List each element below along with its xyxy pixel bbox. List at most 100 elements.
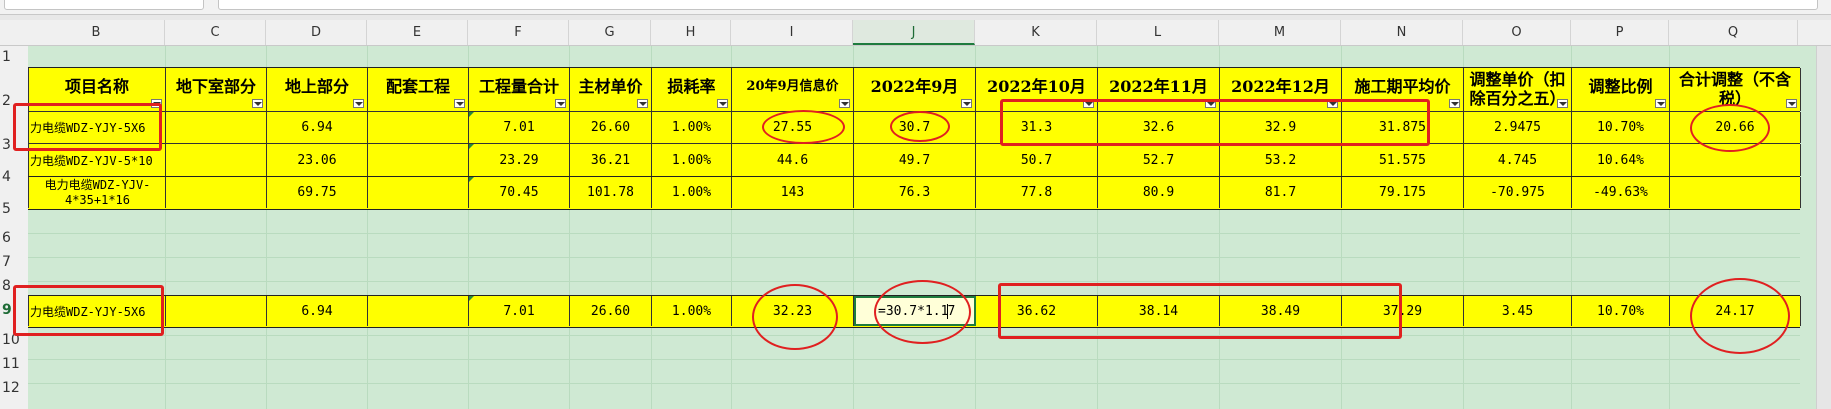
header-cell-f[interactable]: 工程量合计 bbox=[469, 68, 570, 111]
row-header-7[interactable]: 7 bbox=[0, 254, 28, 270]
header-cell-g[interactable]: 主材单价 bbox=[570, 68, 652, 111]
cell-i4[interactable]: 44.6 bbox=[732, 144, 854, 176]
col-header-k[interactable]: K bbox=[975, 20, 1097, 45]
cell-e3[interactable] bbox=[368, 112, 469, 143]
sheet-grid[interactable]: 项目名称 地下室部分 地上部分 配套工程 工程量合计 主材单价 损耗率 20年9… bbox=[13, 46, 1831, 409]
cell-k4[interactable]: 50.7 bbox=[976, 144, 1098, 176]
row-header-6[interactable]: 6 bbox=[0, 230, 28, 246]
cell-h5[interactable]: 1.00% bbox=[652, 177, 732, 208]
cell-c4[interactable] bbox=[166, 144, 267, 176]
annotation-rectangle bbox=[13, 285, 164, 336]
cell-f9[interactable]: 7.01 bbox=[469, 296, 570, 326]
cell-k5[interactable]: 77.8 bbox=[976, 177, 1098, 208]
filter-dropdown-icon[interactable] bbox=[252, 99, 263, 108]
cell-p4[interactable]: 10.64% bbox=[1572, 144, 1670, 176]
filter-dropdown-icon[interactable] bbox=[1449, 99, 1460, 108]
col-header-d[interactable]: D bbox=[266, 20, 367, 45]
col-header-c[interactable]: C bbox=[165, 20, 266, 45]
cell-f4[interactable]: 23.29 bbox=[469, 144, 570, 176]
cell-q5[interactable] bbox=[1670, 177, 1801, 208]
cell-c3[interactable] bbox=[166, 112, 267, 143]
cell-f3[interactable]: 7.01 bbox=[469, 112, 570, 143]
row-header-12[interactable]: 12 bbox=[0, 380, 28, 396]
cell-h9[interactable]: 1.00% bbox=[652, 296, 732, 326]
filter-dropdown-icon[interactable] bbox=[637, 99, 648, 108]
filter-dropdown-icon[interactable] bbox=[839, 99, 850, 108]
filter-dropdown-icon[interactable] bbox=[961, 99, 972, 108]
row-header-bar: 1 2 3 4 5 6 7 8 9 10 11 12 bbox=[0, 46, 29, 409]
header-text-n: 施工期平均价 bbox=[1354, 77, 1451, 96]
cell-g3[interactable]: 26.60 bbox=[570, 112, 652, 143]
col-header-e[interactable]: E bbox=[367, 20, 468, 45]
col-header-m[interactable]: M bbox=[1219, 20, 1341, 45]
name-box[interactable] bbox=[4, 0, 204, 10]
cell-h3[interactable]: 1.00% bbox=[652, 112, 732, 143]
filter-dropdown-icon[interactable] bbox=[1786, 99, 1797, 108]
cell-e4[interactable] bbox=[368, 144, 469, 176]
cell-m4[interactable]: 53.2 bbox=[1220, 144, 1342, 176]
cell-g9[interactable]: 26.60 bbox=[570, 296, 652, 326]
col-header-b[interactable]: B bbox=[28, 20, 165, 45]
filter-dropdown-icon[interactable] bbox=[353, 99, 364, 108]
cell-p9[interactable]: 10.70% bbox=[1572, 296, 1670, 326]
col-header-j[interactable]: J bbox=[853, 20, 975, 45]
header-cell-o[interactable]: 调整单价（扣除百分之五） bbox=[1464, 68, 1572, 111]
cell-d4[interactable]: 23.06 bbox=[267, 144, 368, 176]
cell-e9[interactable] bbox=[368, 296, 469, 326]
cell-c5[interactable] bbox=[166, 177, 267, 208]
cell-o5[interactable]: -70.975 bbox=[1464, 177, 1572, 208]
filter-dropdown-icon[interactable] bbox=[555, 99, 566, 108]
filter-dropdown-icon[interactable] bbox=[454, 99, 465, 108]
cell-l5[interactable]: 80.9 bbox=[1098, 177, 1220, 208]
header-cell-e[interactable]: 配套工程 bbox=[368, 68, 469, 111]
cell-d5[interactable]: 69.75 bbox=[267, 177, 368, 208]
cell-g4[interactable]: 36.21 bbox=[570, 144, 652, 176]
col-header-l[interactable]: L bbox=[1097, 20, 1219, 45]
cell-o9[interactable]: 3.45 bbox=[1464, 296, 1572, 326]
col-header-q[interactable]: Q bbox=[1669, 20, 1798, 45]
cell-d9[interactable]: 6.94 bbox=[267, 296, 368, 326]
row-header-1[interactable]: 1 bbox=[0, 49, 28, 65]
cell-n5[interactable]: 79.175 bbox=[1342, 177, 1464, 208]
col-header-n[interactable]: N bbox=[1341, 20, 1463, 45]
header-cell-h[interactable]: 损耗率 bbox=[652, 68, 732, 111]
cell-c9[interactable] bbox=[166, 296, 267, 326]
cell-g5[interactable]: 101.78 bbox=[570, 177, 652, 208]
cell-e5[interactable] bbox=[368, 177, 469, 208]
cell-n4[interactable]: 51.575 bbox=[1342, 144, 1464, 176]
cell-p3[interactable]: 10.70% bbox=[1572, 112, 1670, 143]
cell-f5[interactable]: 70.45 bbox=[469, 177, 570, 208]
header-cell-c[interactable]: 地下室部分 bbox=[166, 68, 267, 111]
cell-j5[interactable]: 76.3 bbox=[854, 177, 976, 208]
filter-dropdown-icon[interactable] bbox=[1557, 99, 1568, 108]
header-cell-j[interactable]: 2022年9月 bbox=[854, 68, 976, 111]
row-header-4[interactable]: 4 bbox=[0, 169, 28, 185]
cell-l4[interactable]: 52.7 bbox=[1098, 144, 1220, 176]
header-cell-d[interactable]: 地上部分 bbox=[267, 68, 368, 111]
cell-p5[interactable]: -49.63% bbox=[1572, 177, 1670, 208]
header-cell-i[interactable]: 20年9月信息价 bbox=[732, 68, 854, 111]
cell-o3[interactable]: 2.9475 bbox=[1464, 112, 1572, 143]
cell-j4[interactable]: 49.7 bbox=[854, 144, 976, 176]
cell-h4[interactable]: 1.00% bbox=[652, 144, 732, 176]
filter-dropdown-icon[interactable] bbox=[717, 99, 728, 108]
col-header-o[interactable]: O bbox=[1463, 20, 1571, 45]
cell-m5[interactable]: 81.7 bbox=[1220, 177, 1342, 208]
col-header-f[interactable]: F bbox=[468, 20, 569, 45]
cell-o4[interactable]: 4.745 bbox=[1464, 144, 1572, 176]
row-header-11[interactable]: 11 bbox=[0, 356, 28, 372]
annotation-circle bbox=[762, 110, 845, 144]
cell-d3[interactable]: 6.94 bbox=[267, 112, 368, 143]
col-header-p[interactable]: P bbox=[1571, 20, 1669, 45]
header-cell-p[interactable]: 调整比例 bbox=[1572, 68, 1670, 111]
cell-i5[interactable]: 143 bbox=[732, 177, 854, 208]
vertical-scrollbar[interactable] bbox=[1816, 46, 1831, 409]
filter-dropdown-icon[interactable] bbox=[1655, 99, 1666, 108]
formula-input[interactable] bbox=[218, 0, 1818, 10]
formula-marker-icon bbox=[469, 296, 474, 301]
col-header-i[interactable]: I bbox=[731, 20, 853, 45]
col-header-g[interactable]: G bbox=[569, 20, 651, 45]
cell-b5[interactable]: 电力电缆WDZ-YJV- 4*35+1*16 bbox=[28, 177, 166, 208]
row-header-5[interactable]: 5 bbox=[0, 201, 28, 217]
col-header-h[interactable]: H bbox=[651, 20, 731, 45]
